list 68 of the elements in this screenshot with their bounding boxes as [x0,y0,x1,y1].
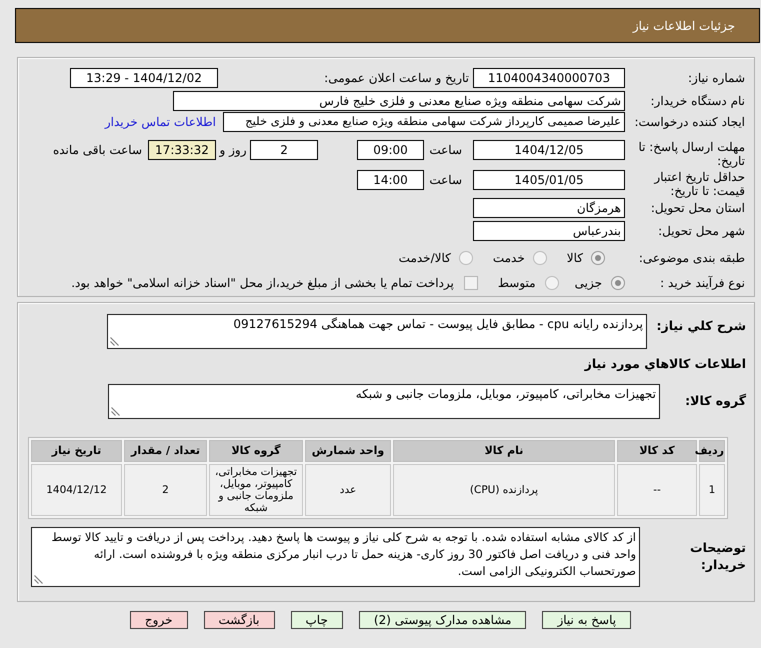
section-title: اطلاعات کالاهاي مورد نياز [583,355,747,373]
radio-label: کالا/خدمت [398,250,451,267]
table-cell: 1404/12/12 [31,464,122,516]
radio-label: خدمت [492,250,525,267]
validity-date-field[interactable]: 1405/01/05 [473,170,625,190]
field-label: طبقه بندی موضوعی: [638,250,746,267]
column-header: گروه کالا [209,440,303,462]
checkbox-label: پرداخت تمام یا بخشی از مبلغ خرید،از محل "اسناد خزانه اسلامی" خواهد بود. [71,275,454,292]
back-button[interactable]: بازگشت [204,611,274,629]
buyer-name-field[interactable]: شرکت سهامی منطقه ویژه صنایع معدنی و فلزی خلیج فارس [173,91,625,111]
radio-button[interactable] [458,251,473,265]
print-button[interactable]: چاپ [290,611,343,629]
resize-grip-icon[interactable] [34,574,43,584]
field-label: مهلت ارسال پاسخ: تا تاریخ: [637,140,746,168]
field-label: شرح کلي نياز: [656,317,747,335]
reply-button[interactable]: پاسخ به نیاز [542,611,632,629]
page-title: جزئیات اطلاعات نیاز [632,18,735,34]
field-label: ساعت [428,142,463,159]
table-cell: تجهیزات مخابراتی، کامپیوتر، موبایل، ملزومات جانبی و شبکه [209,464,303,516]
attachments-button[interactable]: مشاهده مدارک پیوستی (2) [358,611,526,629]
deadline-date-field[interactable]: 1404/12/05 [473,140,625,160]
deadline-time-field[interactable]: 09:00 [357,140,424,160]
description-field[interactable]: پردازنده رایانه cpu - مطابق فایل پیوست - تماس جهت هماهنگی 09127615294 [107,314,647,349]
radio-label: کالا [566,250,583,267]
buyer-notes-field[interactable]: از کد کالای مشابه استفاده شده. با توجه به شرح کلی نیاز و پیوست ها پاسخ دهید. پرداخت پس از دریافت و تایید کالا توسط واحد فنی و دریافت اصل فاکتور 30 روز کاری- هزینه حمل تا درب انبار مرکزی منطقه ویژه با فروشنده است. ارائه صورتحساب الکترونیکی الزامی است. [31,526,640,587]
announce-date-field[interactable]: 1404/12/02 - 13:29 [70,68,218,88]
checkbox[interactable] [464,276,478,290]
goods-group-field[interactable]: تجهیزات مخابراتی، کامپیوتر، موبایل، ملزومات جانبی و شبکه [108,384,660,419]
field-label: شماره نیاز: [687,70,746,87]
field-label: ایجاد کننده درخواست: [633,114,746,131]
field-label: تاریخ و ساعت اعلان عمومی: [323,70,470,87]
field-label: استان محل تحویل: [650,200,746,217]
column-header: تاریخ نیاز [31,440,122,462]
field-label: توضیحات خریدار: [689,538,747,573]
field-label: گروه کالا: [684,392,747,410]
requester-field[interactable]: علیرضا صمیمی کارپرداز شرکت سهامی منطقه ویژه صنایع معدنی و فلزی خلیج [223,112,625,132]
resize-grip-icon[interactable] [111,406,120,416]
table-cell: پردازنده (CPU) [393,464,615,516]
resize-grip-icon[interactable] [110,337,119,346]
radio-button[interactable] [591,251,605,265]
column-header: واحد شمارش [305,440,391,462]
column-header: کد کالا [617,440,697,462]
radio-button[interactable] [532,251,547,265]
radio-label: متوسط [498,275,536,292]
radio-button[interactable] [544,276,559,290]
field-label: روز و [218,142,248,159]
table-cell: عدد [305,464,391,516]
time-remaining-field[interactable]: 17:33:32 [148,140,216,160]
field-label: ساعت [428,172,463,189]
days-remaining-field[interactable]: 2 [250,140,318,160]
radio-label: جزیی [574,275,602,292]
field-label: حداقل تاریخ اعتبار قیمت: تا تاریخ: [652,170,746,198]
table-cell: 1 [699,464,725,516]
column-header: تعداد / مقدار [124,440,207,462]
field-label: ساعت باقی مانده [52,142,143,159]
table-cell: -- [617,464,697,516]
field-label: نام دستگاه خریدار: [650,93,746,110]
column-header: نام کالا [393,440,615,462]
table-cell: 2 [124,464,207,516]
validity-time-field[interactable]: 14:00 [357,170,424,190]
buyer-contact-link[interactable]: اطلاعات تماس خریدار [104,113,216,131]
province-field[interactable]: هرمزگان [473,198,625,218]
radio-button[interactable] [611,276,625,290]
field-label: نوع فرآیند خرید : [659,275,746,292]
city-field[interactable]: بندرعباس [473,221,625,241]
field-label: شهر محل تحویل: [657,223,746,240]
need-number-field[interactable]: 1104004340000703 [473,68,625,88]
exit-button[interactable]: خروج [130,611,188,629]
